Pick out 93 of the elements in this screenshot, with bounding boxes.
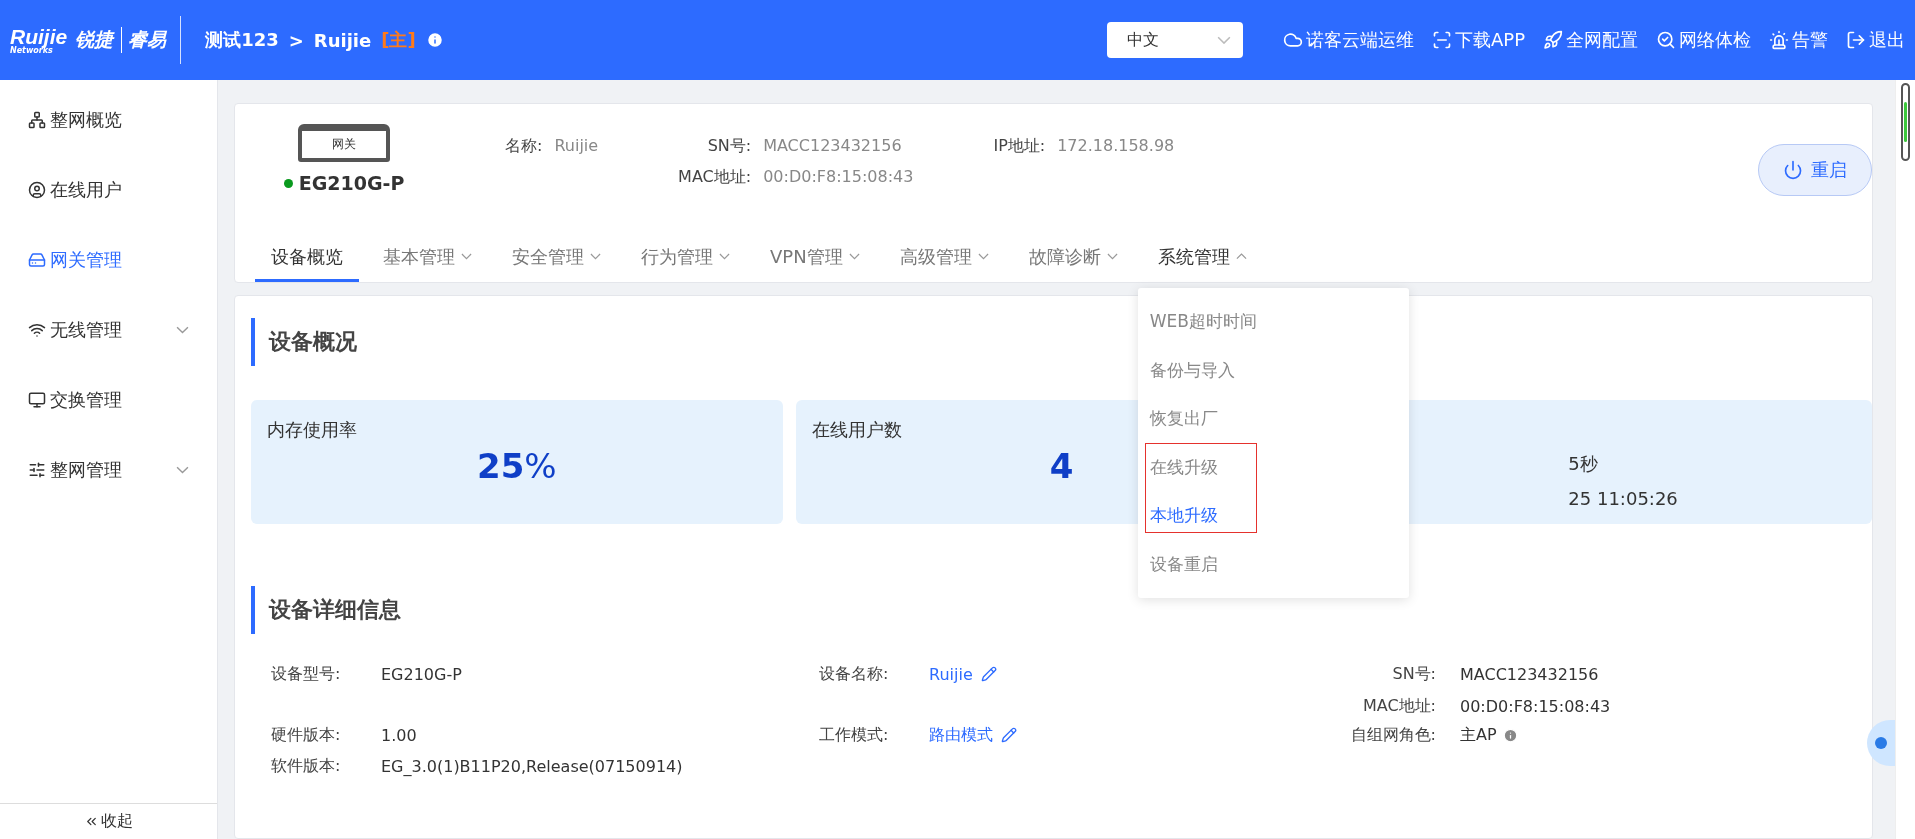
header-action[interactable]: 退出 [1846,28,1905,52]
device-name: Ruijie [313,29,372,51]
field-value: 00:D0:F8:15:08:43 [1460,696,1611,716]
logout-icon [1846,30,1866,50]
chevron-icon [590,253,601,260]
stat-label: 在线用户数 [811,418,902,442]
nav-tab[interactable]: 安全管理 [496,234,617,282]
rocket-icon [1543,30,1563,50]
sliders-icon [28,461,46,479]
info-value: Ruijie [554,136,599,157]
nav-tab[interactable]: 基本管理 [367,234,488,282]
sidebar-item[interactable]: 在线用户 [0,155,217,225]
chevron-icon [1216,35,1231,45]
info-value: MACC123432156 [763,136,903,157]
siren-icon [1769,30,1789,50]
language-select[interactable]: 中文 [1106,22,1243,58]
device-model: EG210G-P [298,172,405,194]
network-icon [28,111,46,129]
field-value: EG210G-P [381,664,462,684]
restart-button[interactable]: 重启 [1758,144,1872,196]
field-label: 自组网角色: [1349,724,1436,746]
nav-tab[interactable]: 高级管理 [883,234,1005,282]
search-icon [1656,30,1676,50]
field-value: 主AP [1460,724,1518,746]
field-label: 设备型号: [271,663,342,685]
edit-icon[interactable] [980,666,997,682]
chevron-icon [719,253,730,260]
project-name[interactable]: 测试123 [205,28,279,52]
user-circle-icon [28,181,46,199]
info-label: IP地址: [993,136,1046,157]
field-label: MAC地址: [1361,695,1436,717]
stat-label: 内存使用率 [267,418,357,442]
info-label: 名称: [505,136,543,157]
scan-icon [1431,30,1452,50]
stat-text: 5秒 [1568,452,1599,476]
scrollbar[interactable] [1895,80,1915,839]
cloud-icon [1282,30,1303,50]
field-value: EG_3.0(1)B11P20,Release(07150914) [381,756,683,776]
info-value: 172.18.158.98 [1057,136,1175,157]
value-link[interactable]: 路由模式 [929,724,993,746]
field-label: SN号: [1391,663,1436,685]
header-action[interactable]: 诺客云端运维 [1282,28,1414,52]
info-label: SN号: [706,136,752,157]
header-action[interactable]: 告警 [1769,28,1828,52]
field-label: 设备名称: [819,663,890,685]
gateway-drawing: 网关 [298,124,390,162]
stat-value: 25% [477,446,557,486]
field-label: 工作模式: [819,724,890,746]
sidebar-item[interactable]: 无线管理 [0,295,217,365]
header-action[interactable]: 网络体检 [1656,28,1751,52]
edit-icon[interactable] [1001,727,1017,743]
menu-item[interactable]: 设备重启 [1137,539,1409,588]
info-icon[interactable] [425,31,444,49]
nav-tab[interactable]: 系统管理 [1141,234,1263,282]
nav-tab[interactable]: 行为管理 [625,234,746,282]
chevron-icon [461,253,472,260]
header-action[interactable]: 全网配置 [1543,28,1638,52]
field-label: 软件版本: [271,755,342,777]
nav-tab[interactable]: 故障诊断 [1012,234,1134,282]
menu-item[interactable]: 恢复出厂 [1137,394,1409,443]
sidebar-item[interactable]: 网关管理 [0,225,217,295]
info-value: 00:D0:F8:15:08:43 [763,167,914,188]
menu-item[interactable]: 备份与导入 [1137,345,1409,394]
drive-icon [28,251,46,269]
breadcrumb-separator: > [288,29,304,51]
menu-item[interactable]: WEB超时时间 [1137,297,1409,346]
section-title: 设备详细信息 [251,586,1872,634]
role-tag: [主] [381,28,416,52]
collapse-button[interactable]: 收起 [0,803,217,839]
monitor-icon [28,391,46,409]
stat-text: 25 11:05:26 [1568,488,1679,509]
field-value: 1.00 [381,725,417,745]
nav-tab[interactable]: VPN管理 [754,234,876,282]
field-label: 硬件版本: [271,724,342,746]
menu-item[interactable]: 在线升级 [1137,442,1409,491]
menu-item[interactable]: 本地升级 [1137,491,1409,540]
sidebar-item[interactable]: 整网管理 [0,435,217,505]
info-label: MAC地址: [678,167,752,188]
sidebar-item[interactable]: 交换管理 [0,365,217,435]
field-value: MACC123432156 [1460,664,1599,684]
wifi-icon [28,321,46,339]
logo: Ruijie Networks 锐捷 睿易 [10,16,182,64]
info-icon [1502,727,1518,743]
chevron-icon [1106,253,1118,260]
chevron-icon [848,253,860,260]
power-icon [1783,160,1803,180]
value-link[interactable]: Ruijie [929,664,973,684]
header-action[interactable]: 下载APP [1431,28,1525,52]
sidebar-item[interactable]: 整网概览 [0,85,217,155]
chevron-icon [1235,253,1247,260]
stat-value: 4 [1049,446,1074,486]
chevron-icon [977,253,989,260]
nav-tab[interactable]: 设备概览 [255,234,359,282]
